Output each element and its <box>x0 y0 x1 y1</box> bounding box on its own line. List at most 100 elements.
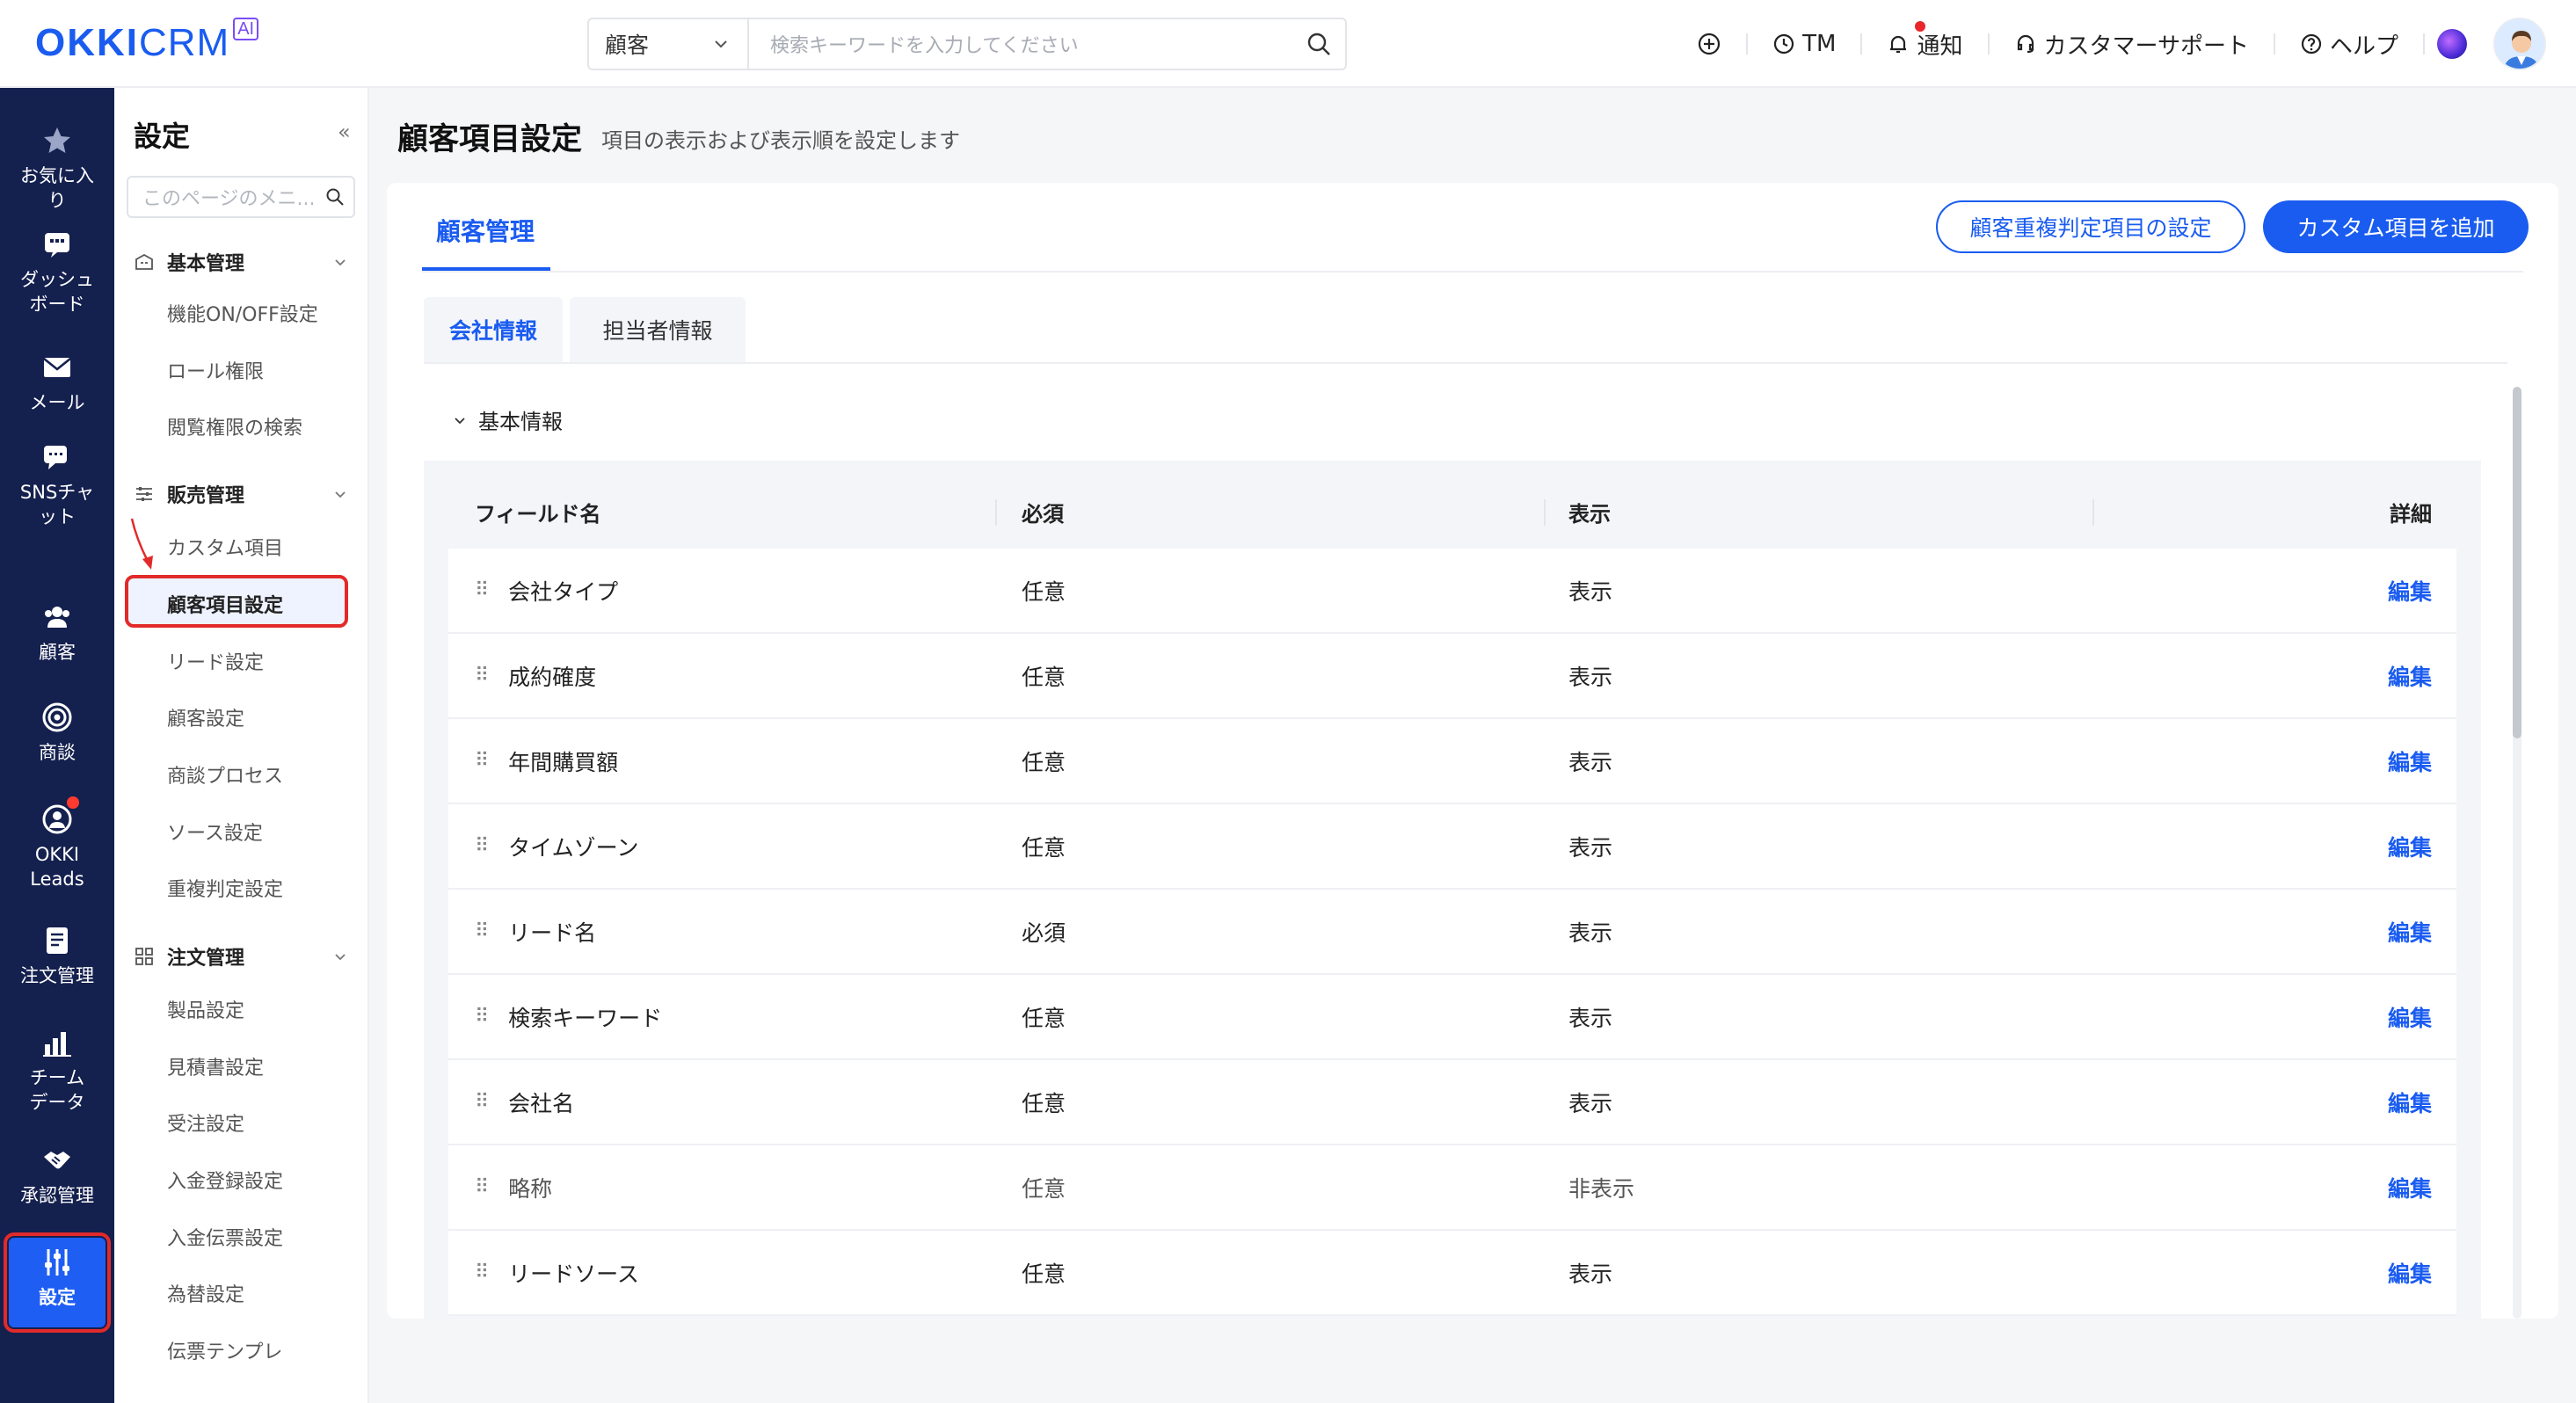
sidebar-item-feature-toggle[interactable]: 機能ON/OFF設定 <box>167 299 318 327</box>
sidebar-item-exchange-settings[interactable]: 為替設定 <box>167 1279 244 1307</box>
table-row[interactable]: ⠿ リード名 必須 表示 編集 <box>448 890 2456 975</box>
table-row[interactable]: ⠿ 会社名 任意 表示 編集 <box>448 1060 2456 1145</box>
tab-company-info[interactable]: 会社情報 <box>424 297 563 362</box>
column-header-display: 表示 <box>1568 501 1611 527</box>
search-input[interactable]: 検索キーワードを入力してください <box>749 19 1292 69</box>
rail-item-leads[interactable]: OKKI Leads <box>0 796 114 891</box>
notification-button[interactable]: 通知 <box>1862 20 1987 61</box>
rail-item-customer[interactable]: 顧客 <box>0 600 114 665</box>
sidebar-item-customer-field-settings[interactable]: 顧客項目設定 <box>167 590 283 618</box>
edit-link[interactable]: 編集 <box>2388 890 2432 973</box>
required-cell: 任意 <box>1022 1090 1066 1116</box>
collapse-sidebar-button[interactable]: « <box>338 120 351 144</box>
edit-link[interactable]: 編集 <box>2388 975 2432 1058</box>
help-button[interactable]: ヘルプ <box>2275 28 2423 61</box>
table-row[interactable]: ⠿ 年間購買額 任意 表示 編集 <box>448 719 2456 804</box>
display-cell: 表示 <box>1568 1005 1613 1031</box>
scrollbar-thumb[interactable] <box>2513 387 2521 738</box>
edit-link[interactable]: 編集 <box>2388 1231 2432 1314</box>
edit-link[interactable]: 編集 <box>2388 719 2432 803</box>
table-row[interactable]: ⠿ 略称 任意 非表示 編集 <box>448 1145 2456 1231</box>
rail-item-team[interactable]: チームデータ <box>0 1025 114 1115</box>
field-table: フィールド名 必須 表示 詳細 ⠿ 会社タイプ 任意 表示 編集 ⠿ 成約確度 任意 表示 編集 ⠿… <box>448 475 2456 1316</box>
sidebar-group-orders[interactable]: 注文管理 <box>134 942 353 970</box>
drag-handle-icon[interactable]: ⠿ <box>475 1006 489 1028</box>
vertical-scrollbar[interactable] <box>2513 387 2521 1319</box>
edit-link[interactable]: 編集 <box>2388 1060 2432 1144</box>
rail-item-favorites[interactable]: お気に入り <box>0 123 114 213</box>
sidebar-item-quote-settings[interactable]: 見積書設定 <box>167 1052 264 1080</box>
sidebar-item-order-settings[interactable]: 受注設定 <box>167 1109 244 1137</box>
okki-crm-logo[interactable]: OKKI CRM AI <box>35 18 259 67</box>
sidebar-item-payment-slip[interactable]: 入金伝票設定 <box>167 1223 283 1251</box>
table-row[interactable]: ⠿ 会社タイプ 任意 表示 編集 <box>448 549 2456 634</box>
search-scope-select[interactable]: 顧客 <box>589 19 749 69</box>
sidebar-item-lead-settings[interactable]: リード設定 <box>167 647 264 675</box>
add-button[interactable] <box>1672 32 1746 56</box>
sidebar-group-label: 基本管理 <box>167 253 245 275</box>
rail-item-sns[interactable]: SNSチャット <box>0 440 114 529</box>
field-name-cell: ⠿ 会社名 <box>475 1060 574 1144</box>
notification-label: 通知 <box>1917 33 1963 60</box>
drag-handle-icon[interactable]: ⠿ <box>475 750 489 772</box>
section-basic-info[interactable]: 基本情報 <box>452 404 563 435</box>
drag-handle-icon[interactable]: ⠿ <box>475 1261 489 1283</box>
sidebar-search-input[interactable]: このページのメニ... <box>127 176 355 218</box>
field-name: 成約確度 <box>508 664 597 690</box>
sidebar-item-source-settings[interactable]: ソース設定 <box>167 818 263 846</box>
rail-label-orders: 注文管理 <box>20 965 94 986</box>
rail-item-orders[interactable]: 注文管理 <box>0 923 114 988</box>
search-icon[interactable] <box>1292 31 1345 57</box>
user-avatar[interactable] <box>2493 18 2546 70</box>
chevron-down-icon <box>335 954 346 961</box>
sidebar-item-product-settings[interactable]: 製品設定 <box>167 995 244 1023</box>
field-name-cell: ⠿ 略称 <box>475 1145 552 1229</box>
rail-item-deal[interactable]: 商談 <box>0 700 114 765</box>
rail-item-settings[interactable]: 設定 <box>0 1245 114 1310</box>
add-custom-field-button[interactable]: カスタム項目を追加 <box>2263 200 2529 253</box>
drag-handle-icon[interactable]: ⠿ <box>475 579 489 601</box>
table-row[interactable]: ⠿ タイムゾーン 任意 表示 編集 <box>448 804 2456 890</box>
rail-item-mail[interactable]: メール <box>0 350 114 415</box>
edit-link[interactable]: 編集 <box>2388 804 2432 888</box>
tab-customer-management[interactable]: 顧客管理 <box>436 213 535 248</box>
sidebar-item-payment-registration[interactable]: 入金登録設定 <box>167 1166 283 1194</box>
edit-link[interactable]: 編集 <box>2388 634 2432 717</box>
ai-assistant-icon[interactable] <box>2437 29 2467 59</box>
drag-handle-icon[interactable]: ⠿ <box>475 835 489 857</box>
field-name: 検索キーワード <box>508 1005 663 1031</box>
chat-icon <box>44 446 67 469</box>
logo-ai-badge: AI <box>233 18 259 40</box>
display-cell: 表示 <box>1568 920 1613 946</box>
drag-handle-icon[interactable]: ⠿ <box>475 1176 489 1198</box>
table-row[interactable]: ⠿ 成約確度 任意 表示 編集 <box>448 634 2456 719</box>
drag-handle-icon[interactable]: ⠿ <box>475 1091 489 1113</box>
support-button[interactable]: カスタマーサポート <box>1990 28 2274 61</box>
sidebar-group-basic[interactable]: 基本管理 <box>134 248 353 276</box>
sidebar-item-view-permission-search[interactable]: 閲覧権限の検索 <box>167 412 302 440</box>
rail-label-settings: 設定 <box>39 1287 76 1308</box>
sidebar-item-duplicate-settings[interactable]: 重複判定設定 <box>167 874 283 902</box>
table-row[interactable]: ⠿ 検索キーワード 任意 表示 編集 <box>448 975 2456 1060</box>
sidebar-item-custom-fields[interactable]: カスタム項目 <box>167 533 283 561</box>
column-separator <box>2092 499 2094 526</box>
drag-handle-icon[interactable]: ⠿ <box>475 920 489 942</box>
edit-link[interactable]: 編集 <box>2388 549 2432 632</box>
divider <box>424 362 2507 364</box>
column-header-field-name: フィールド名 <box>475 501 601 527</box>
tab-contact-info[interactable]: 担当者情報 <box>570 297 746 362</box>
sidebar-item-slip-template[interactable]: 伝票テンプレ <box>167 1336 282 1364</box>
rail-item-approval[interactable]: 承認管理 <box>0 1143 114 1208</box>
required-cell: 任意 <box>1022 1005 1066 1031</box>
sidebar-item-customer-settings[interactable]: 顧客設定 <box>167 703 244 731</box>
rail-item-dashboard[interactable]: ダッシュボード <box>0 227 114 316</box>
duplicate-rule-button[interactable]: 顧客重複判定項目の設定 <box>1936 200 2245 253</box>
sidebar-group-sales[interactable]: 販売管理 <box>134 480 353 508</box>
sidebar-item-role-permission[interactable]: ロール権限 <box>167 356 264 384</box>
sidebar-item-deal-process[interactable]: 商談プロセス <box>167 760 283 789</box>
edit-link[interactable]: 編集 <box>2388 1145 2432 1229</box>
required-cell: 任意 <box>1022 1175 1066 1202</box>
drag-handle-icon[interactable]: ⠿ <box>475 665 489 687</box>
table-row[interactable]: ⠿ リードソース 任意 表示 編集 <box>448 1231 2456 1316</box>
tm-button[interactable]: TM <box>1748 31 1860 57</box>
